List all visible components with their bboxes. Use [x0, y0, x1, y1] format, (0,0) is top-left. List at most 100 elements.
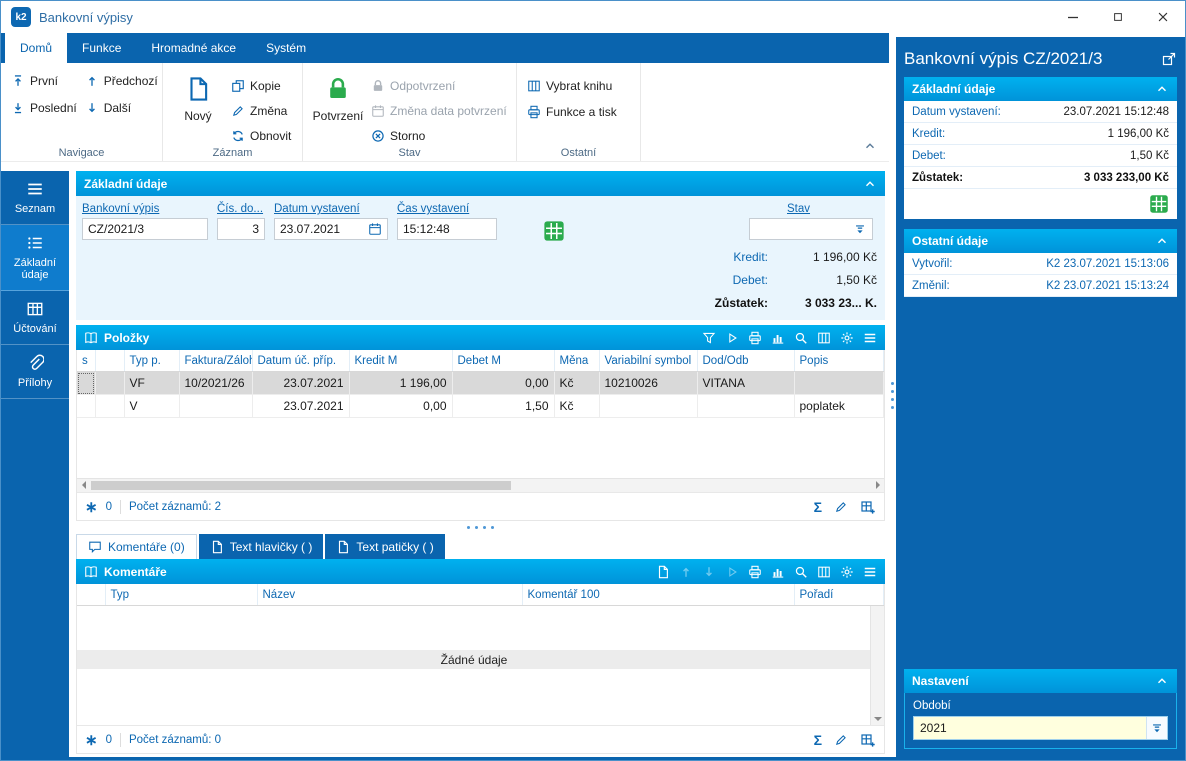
columns-icon[interactable]: [817, 565, 831, 579]
grid-cell[interactable]: 23.07.2021: [252, 395, 349, 418]
next-button[interactable]: Další: [85, 98, 158, 118]
detail-section-header-nastaveni[interactable]: Nastavení: [904, 669, 1177, 693]
filter-icon[interactable]: [702, 331, 716, 345]
vertical-scrollbar[interactable]: [870, 606, 884, 725]
column-header[interactable]: Měna: [554, 350, 599, 372]
calendar-icon[interactable]: [368, 222, 382, 236]
ribbon-tab-funkce[interactable]: Funkce: [67, 33, 136, 63]
issue-date-input[interactable]: 23.07.2021: [274, 218, 388, 240]
arrow-up-icon[interactable]: [679, 565, 693, 579]
sidebar-item-zakladni-udaje[interactable]: Základní údaje: [1, 225, 69, 291]
expand-icon[interactable]: [1161, 51, 1177, 67]
ribbon-tab-system[interactable]: Systém: [251, 33, 321, 63]
horizontal-scrollbar[interactable]: [77, 478, 884, 492]
horizontal-splitter[interactable]: [76, 521, 885, 533]
play-icon[interactable]: [725, 565, 739, 579]
tab-text-hlavicky[interactable]: Text hlavičky ( ): [199, 534, 324, 559]
search-icon[interactable]: [794, 331, 808, 345]
ribbon-tab-hromadne-akce[interactable]: Hromadné akce: [136, 33, 251, 63]
collapse-icon[interactable]: [1155, 82, 1169, 96]
copy-button[interactable]: Kopie: [231, 76, 291, 95]
issue-time-input[interactable]: 15:12:48: [397, 218, 497, 240]
vertical-splitter[interactable]: [889, 33, 896, 757]
column-header[interactable]: [95, 350, 124, 372]
column-header[interactable]: Komentář 100: [522, 584, 794, 606]
table-row[interactable]: V 23.07.2021 0,00 1,50 Kč poplatek: [77, 395, 884, 418]
column-header[interactable]: Pořadí: [794, 584, 884, 606]
dropdown-button[interactable]: [1146, 717, 1167, 739]
grid-cell[interactable]: Kč: [554, 372, 599, 395]
previous-button[interactable]: Předchozí: [85, 71, 158, 91]
grid-cell[interactable]: 1,50: [452, 395, 554, 418]
search-icon[interactable]: [794, 565, 808, 579]
printer-icon[interactable]: [748, 565, 762, 579]
column-header[interactable]: Popis: [794, 350, 884, 372]
grid-cell[interactable]: 0,00: [452, 372, 554, 395]
pencil-icon[interactable]: [834, 500, 848, 514]
grid-cell[interactable]: V: [124, 395, 179, 418]
detail-section-header-zakladni[interactable]: Základní údaje: [904, 77, 1177, 101]
sidebar-item-prilohy[interactable]: Přílohy: [1, 345, 69, 399]
collapse-icon[interactable]: [1155, 674, 1169, 688]
menu-icon[interactable]: [863, 331, 877, 345]
confirm-button[interactable]: Potvrzení: [313, 71, 363, 145]
number-input[interactable]: 3: [217, 218, 265, 240]
columns-icon[interactable]: [817, 331, 831, 345]
grid-cell[interactable]: [95, 372, 124, 395]
table-row[interactable]: VF 10/2021/26 23.07.2021 1 196,00 0,00 K…: [77, 372, 884, 395]
spreadsheet-green-icon[interactable]: [1149, 194, 1169, 214]
spreadsheet-green-icon[interactable]: [543, 220, 565, 242]
column-header[interactable]: Dod/Odb: [697, 350, 794, 372]
gear-icon[interactable]: [840, 331, 854, 345]
tab-text-paticky[interactable]: Text patičky ( ): [325, 534, 444, 559]
new-document-icon[interactable]: [656, 565, 670, 579]
grid-cell[interactable]: [794, 372, 884, 395]
pencil-icon[interactable]: [834, 733, 848, 747]
grid-cell[interactable]: VF: [124, 372, 179, 395]
statement-input[interactable]: CZ/2021/3: [82, 218, 208, 240]
grid-cell[interactable]: 0,00: [349, 395, 452, 418]
ribbon-collapse-icon[interactable]: [863, 139, 877, 153]
play-icon[interactable]: [725, 331, 739, 345]
period-input[interactable]: 2021: [913, 716, 1168, 740]
column-header[interactable]: Datum úč. příp.: [252, 350, 349, 372]
column-header[interactable]: Typ: [105, 584, 257, 606]
grid-cell[interactable]: VITANA: [697, 372, 794, 395]
column-header[interactable]: Faktura/Záloh: [179, 350, 252, 372]
sidebar-item-uctovani[interactable]: Účtování: [1, 291, 69, 345]
sum-icon[interactable]: Σ: [814, 499, 822, 515]
edit-button[interactable]: Změna: [231, 101, 291, 120]
column-header[interactable]: Variabilní symbol: [599, 350, 697, 372]
grid-cell[interactable]: [179, 395, 252, 418]
last-button[interactable]: Poslední: [11, 98, 77, 118]
column-header[interactable]: s: [77, 350, 95, 372]
printer-icon[interactable]: [748, 331, 762, 345]
grid-cell[interactable]: poplatek: [794, 395, 884, 418]
gear-icon[interactable]: [840, 565, 854, 579]
collapse-icon[interactable]: [1155, 234, 1169, 248]
chart-icon[interactable]: [771, 565, 785, 579]
ribbon-tab-domu[interactable]: Domů: [5, 33, 67, 63]
grid-cell[interactable]: [77, 372, 95, 395]
close-button[interactable]: [1140, 1, 1185, 33]
refresh-button[interactable]: Obnovit: [231, 126, 291, 145]
unconfirm-button[interactable]: Odpotvrzení: [371, 76, 507, 95]
column-header[interactable]: Typ p.: [124, 350, 179, 372]
storno-button[interactable]: Storno: [371, 126, 507, 145]
grid-cell[interactable]: [697, 395, 794, 418]
first-button[interactable]: První: [11, 71, 77, 91]
column-header[interactable]: Název: [257, 584, 522, 606]
arrow-down-icon[interactable]: [702, 565, 716, 579]
grid-cell[interactable]: 10210026: [599, 372, 697, 395]
change-confirm-date-button[interactable]: Změna data potvrzení: [371, 101, 507, 120]
grid-cell[interactable]: 10/2021/26: [179, 372, 252, 395]
minimize-button[interactable]: [1050, 1, 1095, 33]
grid-cell[interactable]: [95, 395, 124, 418]
grid-cell[interactable]: 23.07.2021: [252, 372, 349, 395]
chart-icon[interactable]: [771, 331, 785, 345]
sidebar-item-seznam[interactable]: Seznam: [1, 171, 69, 225]
collapse-icon[interactable]: [863, 177, 877, 191]
scroll-right-button[interactable]: [871, 479, 884, 491]
detail-section-header-ostatni[interactable]: Ostatní údaje: [904, 229, 1177, 253]
column-header[interactable]: [77, 584, 105, 606]
